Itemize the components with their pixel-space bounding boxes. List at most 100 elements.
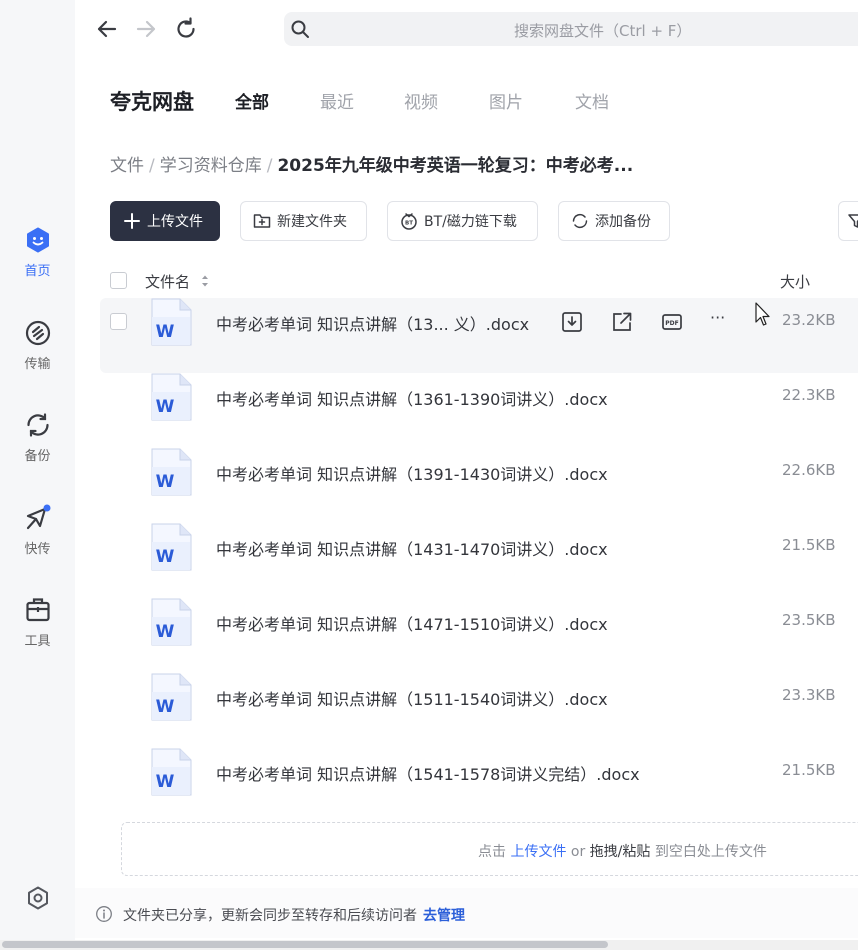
search-icon [291,20,309,38]
backup-icon [26,413,49,437]
new-folder-button[interactable]: 新建文件夹 [240,201,367,241]
column-header-name[interactable]: 文件名 [145,271,190,292]
dropzone-prefix: 点击 [478,844,506,860]
top-bar: 搜索网盘文件（Ctrl + F） [75,0,858,58]
sidebar-item-tools[interactable]: 工具 [0,596,75,649]
word-doc-icon: W [151,448,192,496]
word-doc-icon: W [151,373,192,421]
file-size: 23.2KB [782,311,836,329]
main-panel: 搜索网盘文件（Ctrl + F） 夸克网盘 全部 最近 视频 图片 文档 文件 /… [75,0,858,950]
bt-magnet-download-button[interactable]: BT BT/磁力链下载 [387,201,538,241]
dropzone-hint: 点击 上传文件 or 拖拽/粘贴 到空白处上传文件 [478,841,767,861]
svg-text:W: W [156,547,175,567]
breadcrumb-current-folder: 2025年九年级中考英语一轮复习：中考必考... [277,156,634,176]
file-name[interactable]: 中考必考单词 知识点讲解（13... 义）.docx [216,311,529,335]
svg-text:W: W [156,397,175,417]
word-doc-icon: W [151,523,192,571]
sidebar-item-home[interactable]: 首页 [0,226,75,279]
manage-share-link[interactable]: 去管理 [423,908,465,924]
transfer-icon [25,320,50,346]
breadcrumb: 文件 / 学习资料仓库/2025年九年级中考英语一轮复习：中考必考... [110,151,633,176]
upload-dropzone[interactable]: 点击 上传文件 or 拖拽/粘贴 到空白处上传文件 [121,822,858,876]
dropzone-suffix: 到空白处上传文件 [654,844,767,860]
word-doc-icon: W [151,298,192,346]
file-row[interactable]: W 中考必考单词 知识点讲解（1511-1540词讲义）.docx 23.3KB [100,673,858,748]
file-name[interactable]: 中考必考单词 知识点讲解（1391-1430词讲义）.docx [216,461,608,485]
tab-documents[interactable]: 文档 [575,88,609,113]
sidebar-item-label: 传输 [24,357,51,372]
breadcrumb-item-files[interactable]: 文件 [110,156,144,176]
svg-text:W: W [156,472,175,492]
file-name[interactable]: 中考必考单词 知识点讲解（1431-1470词讲义）.docx [216,536,608,560]
word-doc-icon: W [151,748,192,796]
share-icon[interactable] [610,310,634,334]
bt-download-label: BT/磁力链下载 [424,214,517,230]
svg-text:W: W [156,322,175,342]
mouse-cursor-icon [755,302,770,326]
file-row[interactable]: W 中考必考单词 知识点讲解（1391-1430词讲义）.docx 22.6KB [100,448,858,523]
breadcrumb-item-study-repo[interactable]: 学习资料仓库 [160,156,262,176]
file-row[interactable]: W 中考必考单词 知识点讲解（1471-1510词讲义）.docx 23.5KB [100,598,858,673]
forward-arrow-icon[interactable] [133,16,159,42]
tab-recent[interactable]: 最近 [320,88,354,113]
plus-icon [124,213,140,229]
svg-text:W: W [156,697,175,717]
breadcrumb-separator: / [149,156,155,176]
home-icon [26,227,49,253]
column-header-size[interactable]: 大小 [780,271,810,292]
share-notice-text: 文件夹已分享，更新会同步至转存和后续访问者 [123,908,417,924]
word-doc-icon: W [151,598,192,646]
quick-send-icon [26,504,50,530]
file-name[interactable]: 中考必考单词 知识点讲解（1511-1540词讲义）.docx [216,686,608,710]
refresh-icon[interactable] [173,16,199,42]
app-brand: 夸克网盘 [110,90,194,114]
sidebar-item-transfer[interactable]: 传输 [0,319,75,372]
back-arrow-icon[interactable] [94,16,120,42]
tab-video[interactable]: 视频 [404,88,438,113]
file-row[interactable]: W 中考必考单词 知识点讲解（1541-1578词讲义完结）.docx 21.5KB [100,748,858,823]
file-row[interactable]: W 中考必考单词 知识点讲解（13... 义）.docx 23.2KB PDF ··· [100,298,858,373]
tab-images[interactable]: 图片 [489,88,523,113]
select-all-checkbox[interactable] [110,272,127,289]
scrollbar-thumb[interactable] [2,941,608,948]
upload-file-button[interactable]: 上传文件 [110,201,220,241]
file-row[interactable]: W 中考必考单词 知识点讲解（1361-1390词讲义）.docx 22.3KB [100,373,858,448]
new-folder-icon [253,214,271,228]
sidebar-item-backup[interactable]: 备份 [0,411,75,464]
filter-button[interactable] [838,201,858,241]
search-bar[interactable]: 搜索网盘文件（Ctrl + F） [284,12,858,46]
horizontal-scrollbar[interactable] [0,940,858,950]
file-size: 22.3KB [782,386,836,404]
svg-text:W: W [156,772,175,792]
settings-icon[interactable] [24,884,52,912]
svg-text:PDF: PDF [665,320,678,327]
file-row[interactable]: W 中考必考单词 知识点讲解（1431-1470词讲义）.docx 21.5KB [100,523,858,598]
download-icon[interactable] [560,310,584,334]
dropzone-or: or [570,844,586,860]
tab-all[interactable]: 全部 [235,88,269,113]
sort-icon[interactable] [200,273,210,289]
new-folder-label: 新建文件夹 [277,214,347,230]
upload-file-label: 上传文件 [147,214,203,230]
share-notice-bar: 文件夹已分享，更新会同步至转存和后续访问者 去管理 [75,888,858,938]
sidebar: 首页 传输 备份 快传 工具 [0,0,75,950]
more-icon[interactable]: ··· [710,308,734,332]
word-doc-icon: W [151,673,192,721]
row-checkbox[interactable] [110,313,127,330]
file-list-header: 文件名 大小 [75,266,858,296]
file-name[interactable]: 中考必考单词 知识点讲解（1361-1390词讲义）.docx [216,386,608,410]
pdf-icon[interactable]: PDF [660,310,684,334]
file-name[interactable]: 中考必考单词 知识点讲解（1541-1578词讲义完结）.docx [216,761,640,785]
search-placeholder: 搜索网盘文件（Ctrl + F） [514,22,692,40]
file-size: 22.6KB [782,461,836,479]
dropzone-upload-link[interactable]: 上传文件 [510,844,566,860]
backup-sync-icon [572,213,588,229]
bt-download-icon: BT [401,213,417,230]
info-icon [96,906,112,922]
sidebar-item-quick-send[interactable]: 快传 [0,504,75,557]
file-size: 21.5KB [782,536,836,554]
add-backup-button[interactable]: 添加备份 [558,201,670,241]
file-name[interactable]: 中考必考单词 知识点讲解（1471-1510词讲义）.docx [216,611,608,635]
file-size: 23.3KB [782,686,836,704]
sidebar-item-label: 快传 [24,542,51,557]
